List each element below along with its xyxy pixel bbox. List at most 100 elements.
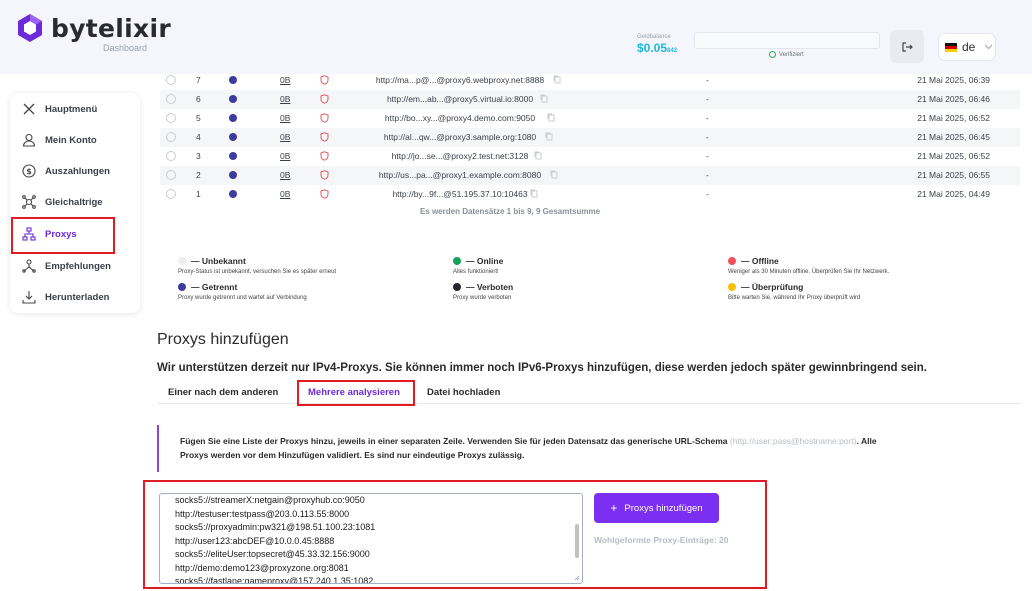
shield-icon <box>320 189 329 201</box>
copy-icon[interactable] <box>550 170 558 181</box>
proxy-url: http://ma...p@...@proxy6.webproxy.net:88… <box>375 75 545 85</box>
textarea-line: socks5://fastlane:gameproxy@157.240.1.35… <box>175 576 374 584</box>
row-id: 5 <box>196 113 201 123</box>
copy-icon[interactable] <box>540 94 548 105</box>
balance-label: Geldbalance <box>637 34 671 40</box>
copy-icon[interactable] <box>547 113 555 124</box>
textarea-line: socks5://proxyadmin:pw321@198.51.100.23:… <box>175 522 376 532</box>
legend-banned: — Verboten Proxy wurde verboten <box>453 282 514 301</box>
sidebar-item-main-menu[interactable]: Hauptmenü <box>10 95 140 123</box>
add-proxies-button[interactable]: + Proxys hinzufügen <box>594 493 719 523</box>
sidebar-item-account[interactable]: Mein Konto <box>10 126 140 154</box>
top-header: bytelixir Dashboard Geldbalance $0.05842… <box>0 0 1032 74</box>
textarea-line: socks5://streamerX:netgain@proxyhub.co:9… <box>175 495 365 505</box>
status-dot <box>229 133 237 141</box>
row-select-radio[interactable] <box>166 189 176 199</box>
traffic-link[interactable]: 0B <box>280 151 290 161</box>
instructions: Fügen Sie eine Liste der Proxys hinzu, j… <box>157 425 1020 472</box>
row-select-radio[interactable] <box>166 170 176 180</box>
row-id: 3 <box>196 151 201 161</box>
copy-icon[interactable] <box>545 132 553 143</box>
row-dash: - <box>706 113 709 123</box>
row-date: 21 Mai 2025, 06:46 <box>917 94 990 104</box>
logout-button[interactable] <box>890 30 924 63</box>
tab-upload-file[interactable]: Datei hochladen <box>427 387 500 398</box>
german-flag-icon <box>945 42 957 52</box>
proxy-url: http://bo...xy...@proxy4.demo.com:9050 <box>384 113 536 123</box>
row-select-radio[interactable] <box>166 151 176 161</box>
row-dash: - <box>706 94 709 104</box>
status-dot <box>229 76 237 84</box>
row-select-radio[interactable] <box>166 94 176 104</box>
row-id: 7 <box>196 75 201 85</box>
resize-grip-icon[interactable] <box>574 575 580 581</box>
verified-status: Verifiziert <box>769 51 804 58</box>
shield-icon <box>320 113 329 125</box>
table-row[interactable]: 4 0B http://al...qw...@proxy3.sample.org… <box>160 128 1020 147</box>
svg-text:$: $ <box>26 167 32 176</box>
textarea-line: http://user123:abcDEF@10.0.0.45:8888 <box>175 535 335 546</box>
chevron-down-icon <box>984 44 993 50</box>
shield-icon <box>320 132 329 144</box>
row-dash: - <box>706 75 709 85</box>
highlight-box-tab <box>297 380 415 406</box>
sidebar-item-peers[interactable]: Gleichaltrige <box>10 188 140 216</box>
balance-value: $0.05842 <box>637 41 678 55</box>
row-select-radio[interactable] <box>166 132 176 142</box>
table-row[interactable]: 7 0B http://ma...p@...@proxy6.webproxy.n… <box>160 71 1020 90</box>
section-title: Proxys hinzufügen <box>157 331 289 348</box>
legend-dot <box>178 283 186 291</box>
copy-icon[interactable] <box>530 189 538 200</box>
copy-icon[interactable] <box>534 151 542 162</box>
add-mode-tabs: Einer nach dem anderen Mehrere analysier… <box>157 382 1020 404</box>
textarea-scrollbar[interactable] <box>575 524 579 558</box>
status-dot <box>229 114 237 122</box>
row-date: 21 Mai 2025, 06:52 <box>917 113 990 123</box>
row-id: 4 <box>196 132 201 142</box>
row-date: 21 Mai 2025, 06:55 <box>917 170 990 180</box>
row-id: 6 <box>196 94 201 104</box>
user-icon <box>21 132 37 148</box>
proxy-list-textarea[interactable]: socks5://streamerX:netgain@proxyhub.co:9… <box>159 493 583 584</box>
legend-checking: — Überprüfung Bitte warten Sie, während … <box>728 282 861 301</box>
table-row[interactable]: 3 0B http://jo...se...@proxy2.test.net:3… <box>160 147 1020 166</box>
proxy-url: http://em...ab...@proxy5.virtual.io:8000 <box>386 94 534 104</box>
row-dash: - <box>706 189 709 199</box>
traffic-link[interactable]: 0B <box>280 189 290 199</box>
row-date: 21 Mai 2025, 06:45 <box>917 132 990 142</box>
traffic-link[interactable]: 0B <box>280 94 290 104</box>
traffic-link[interactable]: 0B <box>280 75 290 85</box>
legend-online: — Online Alles funktioniert! <box>453 256 504 275</box>
row-select-radio[interactable] <box>166 75 176 85</box>
traffic-link[interactable]: 0B <box>280 170 290 180</box>
row-date: 21 Mai 2025, 06:52 <box>917 151 990 161</box>
shield-icon <box>320 170 329 182</box>
row-date: 21 Mai 2025, 06:39 <box>917 75 990 85</box>
tab-one-by-one[interactable]: Einer nach dem anderen <box>168 387 278 398</box>
traffic-link[interactable]: 0B <box>280 132 290 142</box>
peers-icon <box>21 194 37 210</box>
sidebar-item-payouts[interactable]: $ Auszahlungen <box>10 157 140 185</box>
traffic-link[interactable]: 0B <box>280 113 290 123</box>
table-row[interactable]: 5 0B http://bo...xy...@proxy4.demo.com:9… <box>160 109 1020 128</box>
plus-icon: + <box>610 501 618 515</box>
sidebar: Hauptmenü Mein Konto $ Auszahlungen Glei… <box>10 93 140 313</box>
shield-icon <box>320 151 329 163</box>
logo[interactable]: bytelixir <box>17 13 171 43</box>
table-row[interactable]: 2 0B http://us...pa...@proxy1.example.co… <box>160 166 1020 185</box>
wellformed-count: Wohlgeformte Proxy-Einträge: 20 <box>594 535 729 545</box>
legend-dot <box>453 283 461 291</box>
sidebar-item-referrals[interactable]: Empfehlungen <box>10 252 140 280</box>
row-date: 21 Mai 2025, 04:49 <box>917 189 990 199</box>
table-row[interactable]: 1 0B http://by...9f...@51.195.37.10:1046… <box>160 185 1020 204</box>
textarea-line: http://testuser:testpass@203.0.113.55:80… <box>175 508 350 519</box>
copy-icon[interactable] <box>553 75 561 86</box>
sidebar-item-download[interactable]: Herunterladen <box>10 283 140 311</box>
logo-hexagon-icon <box>18 14 42 42</box>
table-row[interactable]: 6 0B http://em...ab...@proxy5.virtual.io… <box>160 90 1020 109</box>
row-id: 2 <box>196 170 201 180</box>
shield-icon <box>320 75 329 87</box>
row-select-radio[interactable] <box>166 113 176 123</box>
language-select[interactable]: de <box>938 33 996 61</box>
row-dash: - <box>706 132 709 142</box>
